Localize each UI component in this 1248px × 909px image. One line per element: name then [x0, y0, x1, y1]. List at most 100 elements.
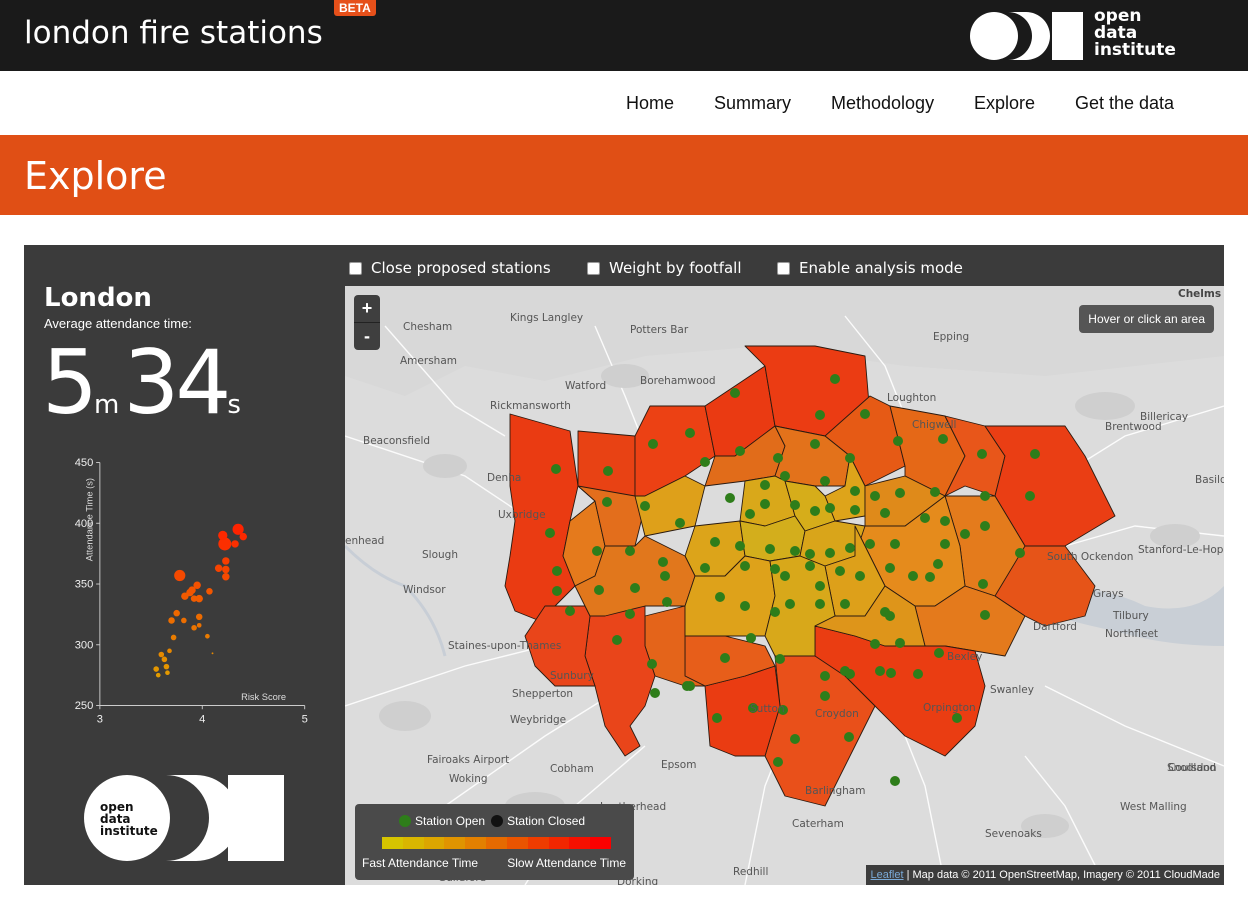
fire-station-marker[interactable] — [835, 566, 845, 576]
fire-station-marker[interactable] — [920, 513, 930, 523]
fire-station-marker[interactable] — [746, 633, 756, 643]
nav-summary[interactable]: Summary — [714, 93, 791, 114]
fire-station-marker[interactable] — [940, 539, 950, 549]
fire-station-marker[interactable] — [815, 581, 825, 591]
fire-station-marker[interactable] — [840, 599, 850, 609]
fire-station-marker[interactable] — [940, 516, 950, 526]
fire-station-marker[interactable] — [805, 561, 815, 571]
fire-station-marker[interactable] — [700, 563, 710, 573]
close-proposed-checkbox[interactable] — [349, 261, 362, 275]
leaflet-link[interactable]: Leaflet — [871, 869, 904, 881]
fire-station-marker[interactable] — [685, 681, 695, 691]
fire-station-marker[interactable] — [700, 457, 710, 467]
fire-station-marker[interactable] — [603, 466, 613, 476]
fire-station-marker[interactable] — [820, 476, 830, 486]
fire-station-marker[interactable] — [780, 571, 790, 581]
fire-station-marker[interactable] — [647, 659, 657, 669]
fire-station-marker[interactable] — [725, 493, 735, 503]
weight-footfall-option[interactable]: Weight by footfall — [587, 259, 742, 277]
fire-station-marker[interactable] — [930, 487, 940, 497]
fire-station-marker[interactable] — [770, 607, 780, 617]
fire-station-marker[interactable] — [938, 434, 948, 444]
analysis-mode-option[interactable]: Enable analysis mode — [777, 259, 963, 277]
fire-station-marker[interactable] — [870, 491, 880, 501]
fire-station-marker[interactable] — [780, 471, 790, 481]
fire-station-marker[interactable] — [552, 566, 562, 576]
analysis-mode-checkbox[interactable] — [777, 261, 790, 275]
fire-station-marker[interactable] — [740, 601, 750, 611]
fire-station-marker[interactable] — [730, 388, 740, 398]
fire-station-marker[interactable] — [640, 501, 650, 511]
fire-station-marker[interactable] — [952, 713, 962, 723]
fire-station-marker[interactable] — [760, 499, 770, 509]
fire-station-marker[interactable] — [820, 691, 830, 701]
fire-station-marker[interactable] — [658, 557, 668, 567]
fire-station-marker[interactable] — [980, 491, 990, 501]
fire-station-marker[interactable] — [735, 541, 745, 551]
fire-station-marker[interactable] — [625, 546, 635, 556]
fire-station-marker[interactable] — [980, 610, 990, 620]
map-view[interactable]: Chelms Kings Langley Chesham Potters Bar Epp… — [345, 286, 1224, 885]
fire-station-marker[interactable] — [850, 486, 860, 496]
fire-station-marker[interactable] — [770, 564, 780, 574]
fire-station-marker[interactable] — [820, 671, 830, 681]
fire-station-marker[interactable] — [825, 548, 835, 558]
fire-station-marker[interactable] — [551, 464, 561, 474]
fire-station-marker[interactable] — [775, 654, 785, 664]
fire-station-marker[interactable] — [1015, 548, 1025, 558]
fire-station-marker[interactable] — [592, 546, 602, 556]
fire-station-marker[interactable] — [885, 563, 895, 573]
fire-station-marker[interactable] — [612, 635, 622, 645]
fire-station-marker[interactable] — [885, 611, 895, 621]
close-proposed-option[interactable]: Close proposed stations — [349, 259, 551, 277]
fire-station-marker[interactable] — [908, 571, 918, 581]
fire-station-marker[interactable] — [890, 539, 900, 549]
fire-station-marker[interactable] — [720, 653, 730, 663]
fire-station-marker[interactable] — [815, 599, 825, 609]
fire-station-marker[interactable] — [675, 518, 685, 528]
fire-station-marker[interactable] — [552, 586, 562, 596]
fire-station-marker[interactable] — [805, 549, 815, 559]
fire-station-marker[interactable] — [934, 648, 944, 658]
zoom-out-button[interactable]: - — [354, 322, 380, 350]
fire-station-marker[interactable] — [594, 585, 604, 595]
fire-station-marker[interactable] — [565, 606, 575, 616]
fire-station-marker[interactable] — [825, 503, 835, 513]
fire-station-marker[interactable] — [870, 639, 880, 649]
fire-station-marker[interactable] — [977, 449, 987, 459]
fire-station-marker[interactable] — [925, 572, 935, 582]
fire-station-marker[interactable] — [810, 439, 820, 449]
fire-station-marker[interactable] — [845, 543, 855, 553]
fire-station-marker[interactable] — [880, 508, 890, 518]
fire-station-marker[interactable] — [715, 592, 725, 602]
nav-get-the-data[interactable]: Get the data — [1075, 93, 1174, 114]
fire-station-marker[interactable] — [740, 561, 750, 571]
fire-station-marker[interactable] — [662, 597, 672, 607]
fire-station-marker[interactable] — [545, 528, 555, 538]
fire-station-marker[interactable] — [844, 732, 854, 742]
fire-station-marker[interactable] — [960, 529, 970, 539]
fire-station-marker[interactable] — [625, 609, 635, 619]
fire-station-marker[interactable] — [845, 453, 855, 463]
fire-station-marker[interactable] — [630, 583, 640, 593]
fire-station-marker[interactable] — [895, 638, 905, 648]
fire-station-marker[interactable] — [875, 666, 885, 676]
fire-station-marker[interactable] — [810, 506, 820, 516]
fire-station-marker[interactable] — [648, 439, 658, 449]
fire-station-marker[interactable] — [790, 546, 800, 556]
nav-methodology[interactable]: Methodology — [831, 93, 934, 114]
fire-station-marker[interactable] — [1030, 449, 1040, 459]
fire-station-marker[interactable] — [850, 505, 860, 515]
fire-station-marker[interactable] — [735, 446, 745, 456]
fire-station-marker[interactable] — [660, 571, 670, 581]
fire-station-marker[interactable] — [602, 497, 612, 507]
fire-station-marker[interactable] — [773, 757, 783, 767]
fire-station-marker[interactable] — [790, 734, 800, 744]
weight-footfall-checkbox[interactable] — [587, 261, 600, 275]
fire-station-marker[interactable] — [933, 559, 943, 569]
fire-station-marker[interactable] — [1025, 491, 1035, 501]
fire-station-marker[interactable] — [785, 599, 795, 609]
fire-station-marker[interactable] — [860, 409, 870, 419]
fire-station-marker[interactable] — [765, 544, 775, 554]
fire-station-marker[interactable] — [855, 571, 865, 581]
